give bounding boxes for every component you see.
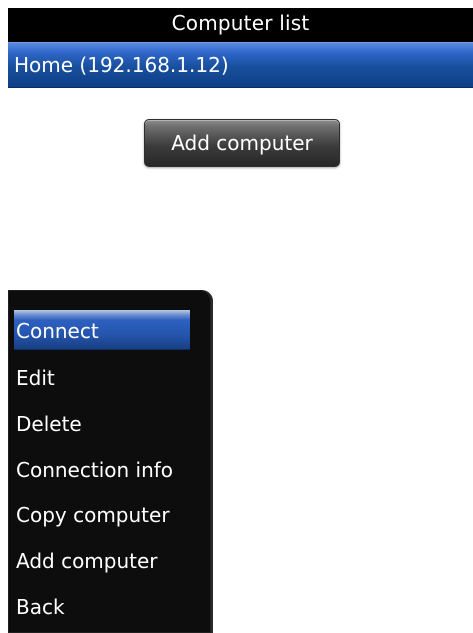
menu-item-label: Edit <box>16 366 55 390</box>
computer-list-item-label: Home (192.168.1.12) <box>14 53 229 77</box>
menu-item-add-computer[interactable]: Add computer <box>14 541 190 581</box>
title-bar: Computer list <box>8 8 473 42</box>
menu-item-label: Connect <box>16 319 99 343</box>
menu-item-label: Add computer <box>16 549 158 573</box>
screen: Computer list Home (192.168.1.12) Add co… <box>0 0 473 633</box>
menu-item-label: Connection info <box>16 458 174 482</box>
menu-item-back[interactable]: Back <box>14 587 190 627</box>
menu-item-edit[interactable]: Edit <box>14 358 190 398</box>
add-computer-button-label: Add computer <box>171 131 313 155</box>
menu-item-label: Back <box>16 595 65 619</box>
menu-item-connection-info[interactable]: Connection info <box>14 450 190 490</box>
page-title: Computer list <box>171 11 310 35</box>
add-computer-button[interactable]: Add computer <box>144 119 340 167</box>
menu-item-copy-computer[interactable]: Copy computer <box>14 495 190 535</box>
menu-item-delete[interactable]: Delete <box>14 404 190 444</box>
menu-item-label: Delete <box>16 412 82 436</box>
computer-list-item-home[interactable]: Home (192.168.1.12) <box>8 42 473 88</box>
menu-item-connect[interactable]: Connect <box>14 310 190 350</box>
app-frame: Computer list Home (192.168.1.12) Add co… <box>8 8 473 633</box>
menu-item-label: Copy computer <box>16 503 170 527</box>
context-menu: Connect Edit Delete Connection info Copy… <box>8 290 211 633</box>
